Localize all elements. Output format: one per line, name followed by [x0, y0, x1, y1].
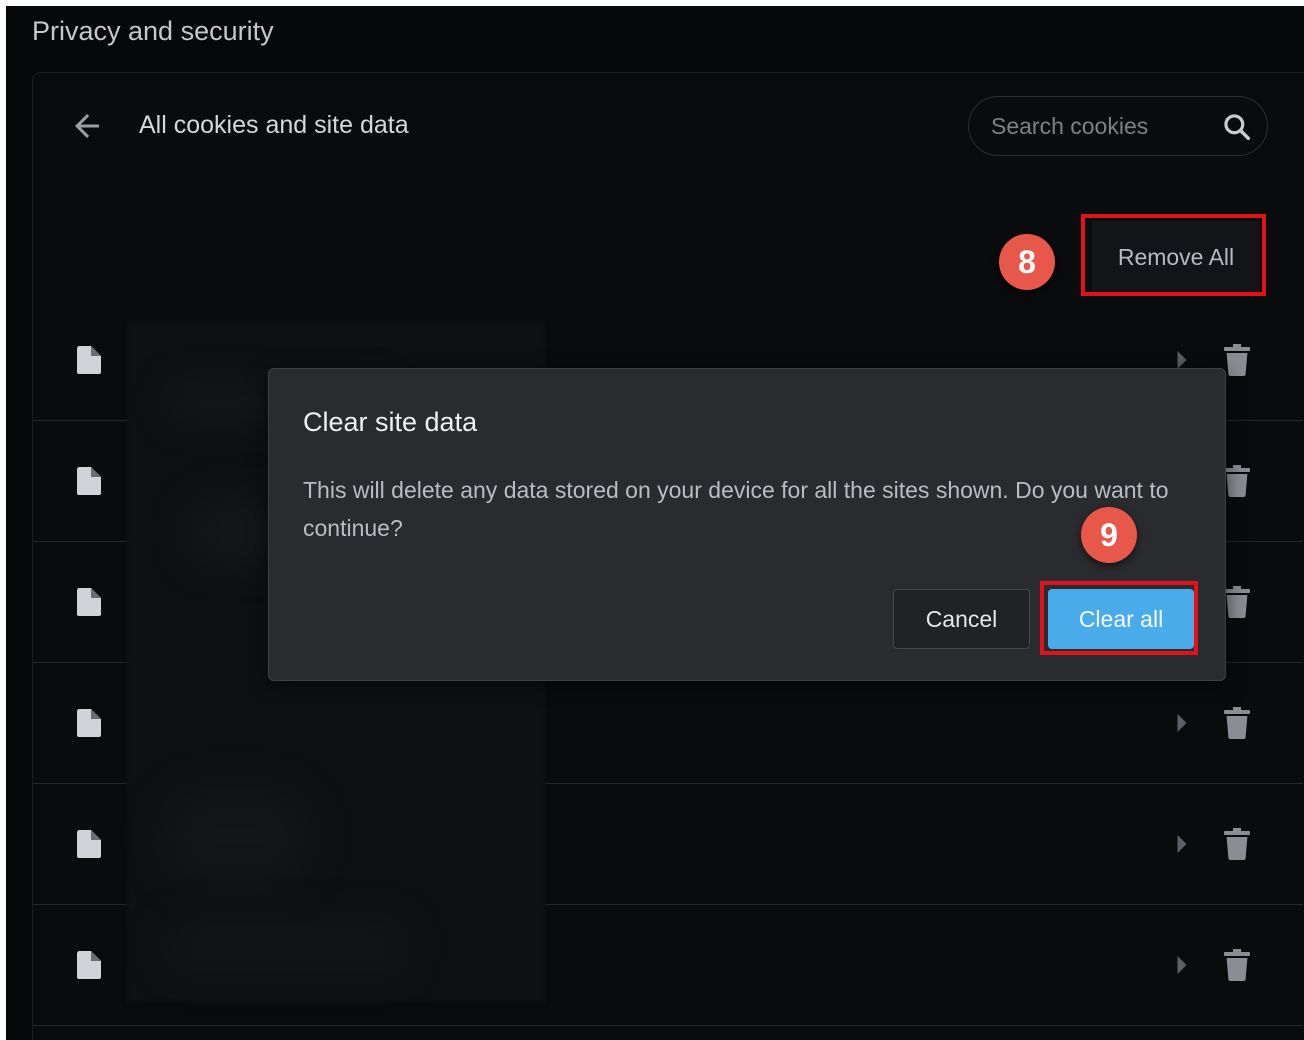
section-title: Privacy and security — [32, 16, 274, 46]
file-icon — [77, 346, 101, 374]
step-badge-9: 9 — [1081, 507, 1137, 563]
page-title: All cookies and site data — [139, 111, 409, 139]
settings-page: Privacy and security All cookies and sit… — [6, 6, 1304, 1040]
search-input[interactable] — [991, 109, 1211, 143]
file-icon — [77, 588, 101, 616]
trash-icon[interactable] — [1224, 344, 1250, 376]
trash-icon[interactable] — [1224, 828, 1250, 860]
chevron-right-icon[interactable] — [1175, 714, 1189, 732]
trash-icon[interactable] — [1224, 707, 1250, 739]
trash-icon[interactable] — [1224, 949, 1250, 981]
file-icon — [77, 951, 101, 979]
trash-icon[interactable] — [1224, 465, 1250, 497]
remove-all-button[interactable]: Remove All — [1092, 221, 1260, 293]
step-badge-8: 8 — [999, 234, 1055, 290]
file-icon — [77, 830, 101, 858]
chevron-right-icon[interactable] — [1175, 956, 1189, 974]
trash-icon[interactable] — [1224, 586, 1250, 618]
chevron-right-icon[interactable] — [1175, 835, 1189, 853]
clear-all-button[interactable]: Clear all — [1048, 589, 1194, 649]
dialog-title: Clear site data — [303, 407, 478, 437]
arrow-left-icon[interactable] — [69, 108, 105, 144]
file-icon — [77, 467, 101, 495]
cancel-button[interactable]: Cancel — [893, 589, 1030, 649]
chevron-right-icon[interactable] — [1175, 351, 1189, 369]
search-icon[interactable] — [1221, 111, 1253, 143]
search-box[interactable] — [968, 96, 1268, 156]
file-icon — [77, 709, 101, 737]
dialog-message: This will delete any data stored on your… — [303, 477, 1169, 541]
